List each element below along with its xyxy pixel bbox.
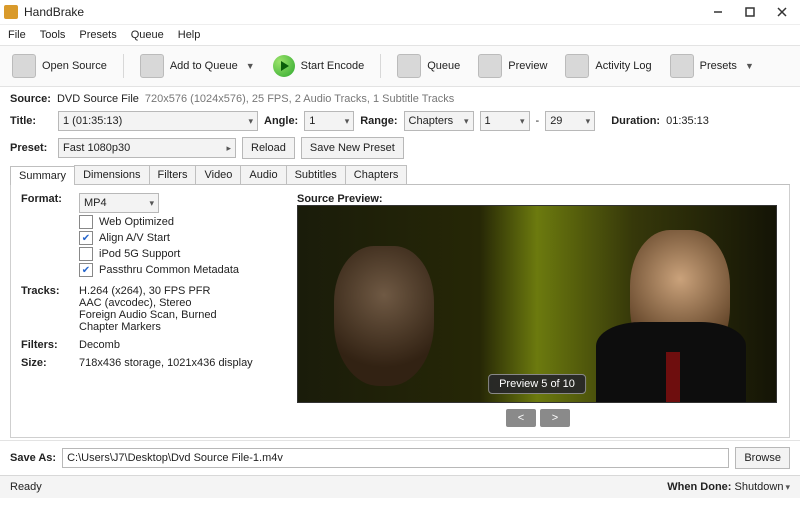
menu-tools[interactable]: Tools — [40, 29, 66, 41]
tab-dimensions[interactable]: Dimensions — [74, 165, 149, 184]
titlebar: HandBrake — [0, 0, 800, 25]
align-av-label: Align A/V Start — [99, 232, 170, 244]
menu-presets[interactable]: Presets — [79, 29, 116, 41]
tracks-value: H.264 (x264), 30 FPS PFR AAC (avcodec), … — [79, 285, 281, 333]
source-details: 720x576 (1024x576), 25 FPS, 2 Audio Trac… — [145, 93, 454, 105]
preview-badge: Preview 5 of 10 — [488, 374, 586, 394]
tab-subtitles[interactable]: Subtitles — [286, 165, 346, 184]
tracks-label: Tracks: — [21, 285, 79, 333]
tab-filters[interactable]: Filters — [149, 165, 197, 184]
presets-button-toolbar[interactable]: Presets▼ — [664, 52, 760, 80]
status-text: Ready — [10, 481, 42, 493]
tabs: Summary Dimensions Filters Video Audio S… — [10, 165, 790, 185]
range-mode-select[interactable]: Chapters▾ — [404, 111, 474, 131]
window-title: HandBrake — [24, 5, 704, 19]
web-optimized-checkbox[interactable] — [79, 215, 93, 229]
tab-audio[interactable]: Audio — [240, 165, 286, 184]
range-sep: - — [536, 115, 540, 127]
size-label: Size: — [21, 357, 79, 369]
menu-queue[interactable]: Queue — [131, 29, 164, 41]
filters-label: Filters: — [21, 339, 79, 351]
log-icon — [565, 54, 589, 78]
format-select[interactable]: MP4▾ — [79, 193, 159, 213]
ipod-label: iPod 5G Support — [99, 248, 180, 260]
source-row: Source: DVD Source File 720x576 (1024x57… — [10, 93, 790, 105]
filters-value: Decomb — [79, 339, 281, 351]
range-label: Range: — [360, 115, 397, 127]
preset-select[interactable]: Fast 1080p30▸ — [58, 138, 236, 158]
tab-chapters[interactable]: Chapters — [345, 165, 408, 184]
preview-icon — [478, 54, 502, 78]
browse-button[interactable]: Browse — [735, 447, 790, 469]
menu-file[interactable]: File — [8, 29, 26, 41]
minimize-button[interactable] — [704, 2, 732, 22]
start-encode-button[interactable]: Start Encode — [267, 53, 371, 79]
passthru-checkbox[interactable] — [79, 263, 93, 277]
menubar: File Tools Presets Queue Help — [0, 25, 800, 45]
open-source-button[interactable]: Open Source — [6, 52, 113, 80]
menu-help[interactable]: Help — [178, 29, 201, 41]
title-label: Title: — [10, 115, 52, 127]
size-value: 718x436 storage, 1021x436 display — [79, 357, 281, 369]
statusbar: Ready When Done: Shutdown▾ — [0, 475, 800, 498]
passthru-label: Passthru Common Metadata — [99, 264, 239, 276]
preview-image: Preview 5 of 10 — [297, 205, 777, 403]
play-icon — [273, 55, 295, 77]
preview-next-button[interactable]: > — [540, 409, 570, 427]
when-done-select[interactable]: Shutdown▾ — [735, 481, 790, 493]
save-path-input[interactable]: C:\Users\J7\Desktop\Dvd Source File-1.m4… — [62, 448, 729, 468]
activity-log-button[interactable]: Activity Log — [559, 52, 657, 80]
queue-button[interactable]: Queue — [391, 52, 466, 80]
format-label: Format: — [21, 193, 79, 279]
presets-icon — [670, 54, 694, 78]
save-preset-button[interactable]: Save New Preset — [301, 137, 404, 159]
source-label: Source: — [10, 93, 51, 105]
preview-prev-button[interactable]: < — [506, 409, 536, 427]
open-source-icon — [12, 54, 36, 78]
preset-label: Preset: — [10, 142, 52, 154]
ipod-checkbox[interactable] — [79, 247, 93, 261]
range-from-select[interactable]: 1▾ — [480, 111, 530, 131]
angle-label: Angle: — [264, 115, 298, 127]
summary-panel: Format: MP4▾ Web Optimized Align A/V Sta… — [10, 185, 790, 438]
app-icon — [4, 5, 18, 19]
angle-select[interactable]: 1▾ — [304, 111, 354, 131]
preview-button[interactable]: Preview — [472, 52, 553, 80]
toolbar: Open Source Add to Queue▼ Start Encode Q… — [0, 45, 800, 87]
queue-icon — [397, 54, 421, 78]
preview-label: Source Preview: — [297, 193, 779, 205]
close-button[interactable] — [768, 2, 796, 22]
reload-button[interactable]: Reload — [242, 137, 295, 159]
align-av-checkbox[interactable] — [79, 231, 93, 245]
add-to-queue-button[interactable]: Add to Queue▼ — [134, 52, 261, 80]
save-as-label: Save As: — [10, 452, 56, 464]
tab-summary[interactable]: Summary — [10, 166, 75, 185]
duration-value: 01:35:13 — [666, 115, 709, 127]
web-optimized-label: Web Optimized — [99, 216, 174, 228]
maximize-button[interactable] — [736, 2, 764, 22]
when-done-label: When Done: — [667, 481, 731, 493]
duration-label: Duration: — [611, 115, 660, 127]
title-select[interactable]: 1 (01:35:13)▾ — [58, 111, 258, 131]
tab-video[interactable]: Video — [195, 165, 241, 184]
source-name: DVD Source File — [57, 93, 139, 105]
add-queue-icon — [140, 54, 164, 78]
range-to-select[interactable]: 29▾ — [545, 111, 595, 131]
